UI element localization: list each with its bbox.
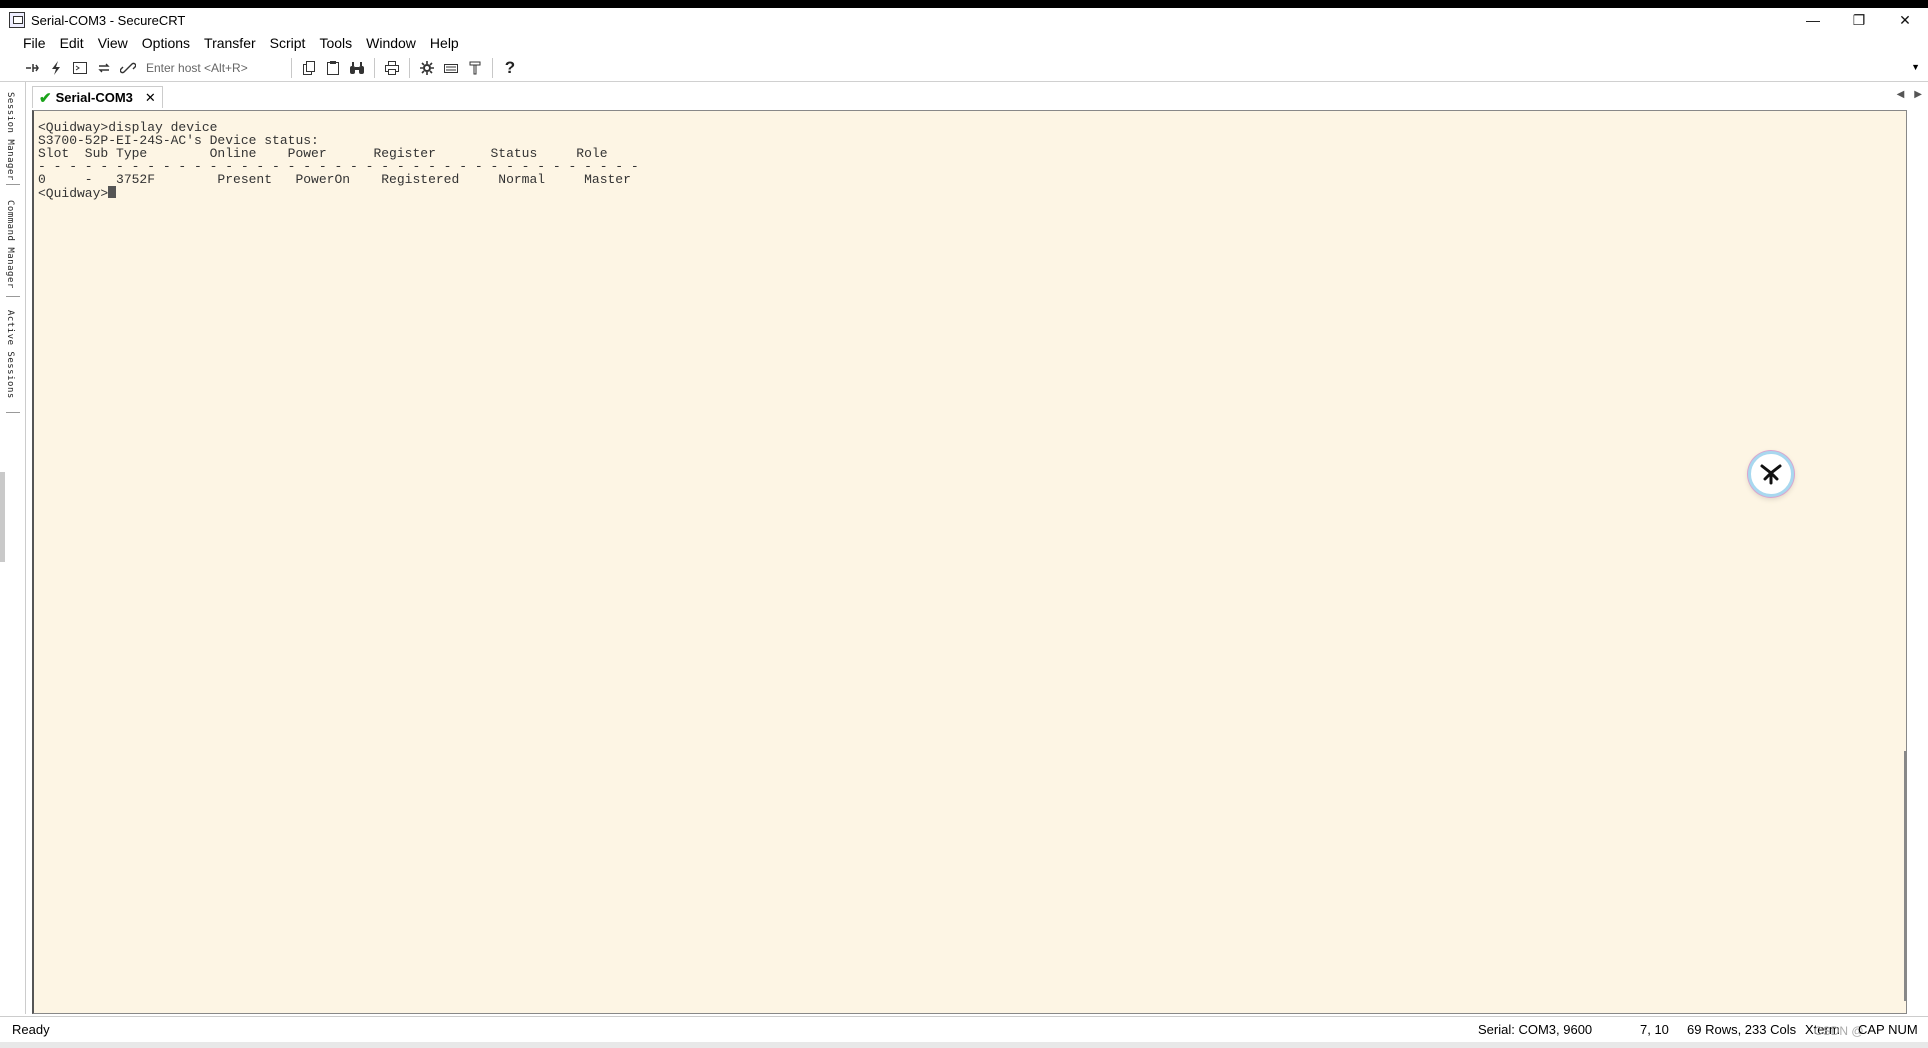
toolbar-separator: [492, 57, 493, 78]
securecrt-app-icon[interactable]: [9, 12, 25, 28]
tab-scroll-left-icon[interactable]: ◀: [1897, 89, 1905, 100]
side-divider: [6, 296, 20, 297]
side-panel: Session Manager Command Manager Active S…: [0, 82, 26, 1014]
floating-assistant-icon[interactable]: [1748, 451, 1794, 497]
sftp-icon[interactable]: [465, 58, 485, 78]
terminal-prompt-line: <Quidway>: [38, 186, 639, 200]
connect-icon[interactable]: [22, 58, 42, 78]
side-scroll-strip[interactable]: [0, 472, 5, 562]
toolbar-separator: [374, 57, 375, 78]
terminal-cursor: [108, 186, 117, 198]
help-icon[interactable]: ?: [500, 58, 520, 78]
status-bar: Ready Serial: COM3, 9600 7, 10 69 Rows, …: [0, 1016, 1928, 1042]
side-divider: [6, 412, 20, 413]
minimize-button[interactable]: —: [1790, 8, 1836, 32]
window-title: Serial-COM3 - SecureCRT: [31, 12, 186, 28]
tab-navigation: ◀ ▶: [1887, 89, 1922, 100]
tab-scroll-right-icon[interactable]: ▶: [1914, 89, 1922, 100]
terminal-output: <Quidway>display device S3700-52P-EI-24S-…: [38, 121, 639, 200]
bottom-edge: [0, 1042, 1928, 1048]
reconnect-icon[interactable]: [94, 58, 114, 78]
status-cursor-position: 7, 10: [1640, 1022, 1669, 1037]
close-tab-icon[interactable]: ✕: [145, 90, 156, 106]
title-bar: Serial-COM3 - SecureCRT — ❐ ✕: [0, 8, 1928, 32]
command-manager-tab[interactable]: Command Manager: [5, 200, 15, 289]
menu-tools[interactable]: Tools: [312, 35, 359, 51]
restore-button[interactable]: ❐: [1836, 8, 1882, 32]
window-controls: — ❐ ✕: [1790, 8, 1928, 32]
menu-transfer[interactable]: Transfer: [197, 35, 263, 51]
session-manager-tab[interactable]: Session Manager: [5, 92, 15, 181]
toolbar-separator: [409, 57, 410, 78]
session-tab[interactable]: ✔ Serial-COM3 ✕: [32, 86, 163, 108]
terminal-area[interactable]: <Quidway>display device S3700-52P-EI-24S-…: [32, 110, 1907, 1014]
menu-bar: File Edit View Options Transfer Script T…: [0, 32, 466, 54]
terminal-scrollbar[interactable]: [1904, 751, 1906, 1001]
screen-top-bar: [0, 0, 1928, 8]
menu-window[interactable]: Window: [359, 35, 423, 51]
active-sessions-tab[interactable]: Active Sessions: [5, 310, 15, 399]
connect-in-tab-icon[interactable]: [70, 58, 90, 78]
csdn-watermark: CSDN @: [1814, 1024, 1864, 1038]
menu-help[interactable]: Help: [423, 35, 466, 51]
close-window-button[interactable]: ✕: [1882, 8, 1928, 32]
print-icon[interactable]: [382, 58, 402, 78]
terminal-prompt: <Quidway>: [38, 186, 109, 201]
copy-icon[interactable]: [299, 58, 319, 78]
keymap-icon[interactable]: [441, 58, 461, 78]
toolbar-overflow-icon[interactable]: ▼: [1911, 62, 1920, 72]
connected-check-icon: ✔: [39, 89, 52, 107]
find-icon[interactable]: [347, 58, 367, 78]
terminal-line: 0 - 3752F Present PowerOn Registered Nor…: [38, 172, 631, 187]
menu-file[interactable]: File: [16, 35, 53, 51]
status-connection: Serial: COM3, 9600: [1478, 1022, 1593, 1037]
side-divider: [6, 184, 20, 185]
menu-edit[interactable]: Edit: [53, 35, 91, 51]
paste-icon[interactable]: [323, 58, 343, 78]
toolbar: ? ▼: [0, 54, 1928, 82]
menu-view[interactable]: View: [91, 35, 135, 51]
toolbar-separator: [291, 57, 292, 78]
session-tab-bar: ✔ Serial-COM3 ✕ ◀ ▶: [26, 84, 1928, 108]
enter-host-input[interactable]: [144, 57, 286, 78]
quick-connect-icon[interactable]: [46, 58, 66, 78]
status-ready: Ready: [12, 1022, 50, 1037]
disconnect-icon[interactable]: [118, 58, 138, 78]
menu-script[interactable]: Script: [263, 35, 313, 51]
status-caps-num: CAP NUM: [1858, 1022, 1918, 1037]
status-terminal-size: 69 Rows, 233 Cols: [1687, 1022, 1797, 1037]
session-tab-label: Serial-COM3: [55, 90, 133, 105]
session-options-icon[interactable]: [417, 58, 437, 78]
menu-options[interactable]: Options: [135, 35, 197, 51]
